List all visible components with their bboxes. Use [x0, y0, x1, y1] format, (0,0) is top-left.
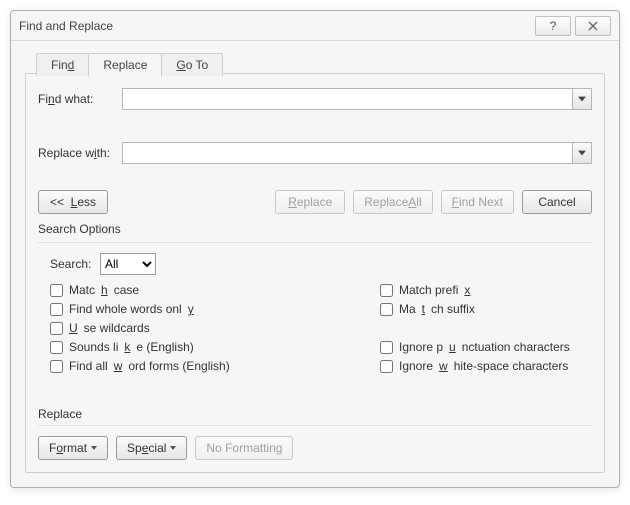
match-prefix-checkbox[interactable]: Match prefix [380, 283, 592, 297]
search-options-area: Search: All Match case Find whole words … [38, 242, 592, 373]
replace-footer: Replace Format Special No Formatting [38, 407, 592, 460]
replace-button[interactable]: Replace [275, 190, 345, 214]
options-col-left: Match case Find whole words only Use wil… [50, 283, 380, 373]
ignore-punct-checkbox[interactable]: Ignore punctuation characters [380, 340, 592, 354]
footer-buttons: Format Special No Formatting [38, 425, 592, 460]
match-suffix-checkbox[interactable]: Match suffix [380, 302, 592, 316]
replace-with-dropdown[interactable] [572, 142, 592, 164]
help-button[interactable]: ? [535, 16, 571, 36]
ignore-ws-checkbox[interactable]: Ignore white-space characters [380, 359, 592, 373]
sounds-like-checkbox[interactable]: Sounds like (English) [50, 340, 380, 354]
cancel-button[interactable]: Cancel [522, 190, 592, 214]
tab-goto[interactable]: Go To [161, 53, 223, 76]
search-options-label: Search Options [38, 222, 592, 236]
options-col-right: Match prefix Match suffix Ignore punctua… [380, 283, 592, 373]
chevron-down-icon [578, 96, 586, 102]
dialog-body: Find Replace Go To Find what: Replace wi… [11, 41, 619, 487]
titlebar: Find and Replace ? [11, 11, 619, 41]
dialog-title: Find and Replace [19, 19, 531, 33]
find-what-dropdown[interactable] [572, 88, 592, 110]
find-replace-dialog: Find and Replace ? Find Replace Go To Fi… [10, 10, 620, 488]
word-forms-checkbox[interactable]: Find all word forms (English) [50, 359, 380, 373]
action-button-row: << Less Replace Replace All Find Next Ca… [38, 190, 592, 214]
find-what-label: Find what: [38, 92, 122, 106]
find-what-row: Find what: [38, 88, 592, 110]
match-case-checkbox[interactable]: Match case [50, 283, 380, 297]
replace-with-combo [122, 142, 592, 164]
tab-strip: Find Replace Go To [36, 53, 222, 76]
wildcards-checkbox[interactable]: Use wildcards [50, 321, 380, 335]
less-button[interactable]: << Less [38, 190, 108, 214]
replace-with-label: Replace with: [38, 146, 122, 160]
close-button[interactable] [575, 16, 611, 36]
main-panel: Find Replace Go To Find what: Replace wi… [25, 73, 605, 473]
special-button[interactable]: Special [116, 436, 187, 460]
options-columns: Match case Find whole words only Use wil… [50, 283, 592, 373]
no-formatting-button[interactable]: No Formatting [195, 436, 293, 460]
find-what-input[interactable] [122, 88, 572, 110]
tab-replace[interactable]: Replace [88, 53, 162, 77]
chevron-down-icon [578, 150, 586, 156]
replace-with-input[interactable] [122, 142, 572, 164]
find-what-combo [122, 88, 592, 110]
format-button[interactable]: Format [38, 436, 108, 460]
search-label: Search: [50, 257, 100, 271]
replace-section-label: Replace [38, 407, 592, 421]
search-direction-select[interactable]: All [100, 253, 156, 275]
chevron-down-icon [91, 446, 97, 450]
whole-words-checkbox[interactable]: Find whole words only [50, 302, 380, 316]
replace-with-row: Replace with: [38, 142, 592, 164]
tab-find[interactable]: Find [36, 53, 89, 76]
replace-all-button[interactable]: Replace All [353, 190, 432, 214]
chevron-down-icon [170, 446, 176, 450]
find-next-button[interactable]: Find Next [441, 190, 514, 214]
search-direction-row: Search: All [50, 253, 592, 275]
